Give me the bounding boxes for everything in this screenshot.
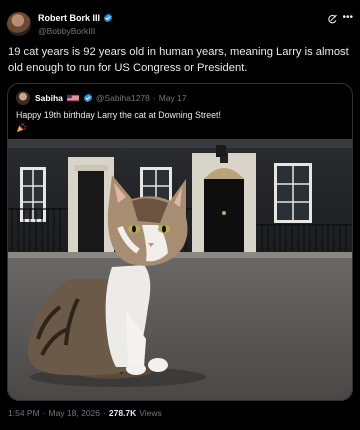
views-count: 278.7K	[108, 408, 137, 418]
quoted-tweet-header: Sabiha @Sabiha1278 · May 17	[16, 91, 187, 105]
tweet-footer: 1:54 PM · May 18, 2026 · 278.7K Views	[8, 408, 162, 418]
quoted-author-handle[interactable]: @Sabiha1278	[96, 93, 150, 103]
quoted-tweet[interactable]: Sabiha @Sabiha1278 · May 17 Happy 19th b…	[7, 83, 353, 401]
tweet-time[interactable]: 1:54 PM	[8, 408, 40, 418]
author-handle[interactable]: @BobbyBorkIII	[38, 26, 95, 36]
footer-dot-2: ·	[103, 408, 106, 418]
quoted-author-avatar[interactable]	[16, 91, 30, 105]
verified-badge-icon	[103, 13, 113, 23]
author-name-row: Robert Bork III	[38, 13, 113, 23]
footer-dot-1: ·	[42, 408, 46, 418]
tweet-text: 19 cat years is 92 years old in human ye…	[8, 46, 349, 74]
quoted-verified-badge-icon	[83, 93, 92, 103]
larry-cat-photo[interactable]	[8, 139, 352, 401]
grok-icon[interactable]	[327, 14, 338, 25]
quoted-separator: ·	[152, 93, 156, 103]
more-icon[interactable]: •••	[342, 13, 353, 23]
views-label: Views	[139, 408, 162, 418]
us-flag-icon	[66, 94, 79, 102]
quoted-date[interactable]: May 17	[159, 93, 187, 103]
quoted-tweet-text: Happy 19th birthday Larry the cat at Dow…	[16, 110, 221, 120]
tweet-date[interactable]: May 18, 2026	[49, 408, 101, 418]
party-popper-icon	[16, 123, 26, 133]
author-name[interactable]: Robert Bork III	[38, 13, 100, 23]
tweet-header: Robert Bork III @BobbyBorkIII •••	[7, 9, 353, 41]
quoted-author-name[interactable]: Sabiha	[35, 93, 63, 103]
author-avatar[interactable]	[7, 12, 31, 36]
